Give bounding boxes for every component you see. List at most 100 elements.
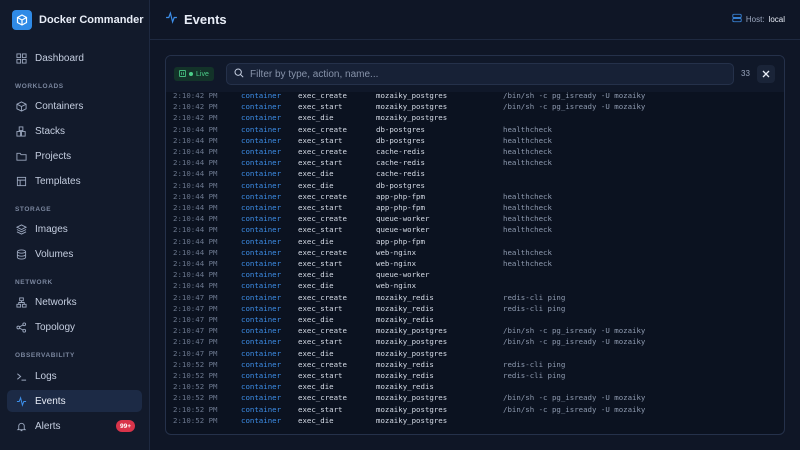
event-time: 2:10:44 PM <box>173 191 218 201</box>
event-row[interactable]: 2:10:52 PM container exec_start mozaiky_red… <box>166 370 784 381</box>
event-name: mozaiky_postgres <box>376 337 448 347</box>
event-row[interactable]: 2:10:44 PM container exec_start db-postgres… <box>166 135 784 146</box>
server-icon <box>732 13 742 25</box>
sidebar-item-templates[interactable]: Templates <box>7 170 142 192</box>
event-action: exec_create <box>298 292 347 302</box>
event-row[interactable]: 2:10:47 PM container exec_die mozaiky_postg… <box>166 348 784 359</box>
sidebar-item-volumes[interactable]: Volumes <box>7 243 142 265</box>
event-action: exec_create <box>298 359 347 369</box>
event-name: mozaiky_redis <box>376 359 434 369</box>
event-time: 2:10:44 PM <box>173 259 218 268</box>
event-name: web-nginx <box>376 247 417 257</box>
sidebar-item-logs[interactable]: Logs <box>7 365 142 387</box>
event-row[interactable]: 2:10:44 PM container exec_start web-nginx he… <box>166 258 784 269</box>
event-row[interactable]: 2:10:44 PM container exec_start app-php-fpm… <box>166 202 784 213</box>
sidebar-item-images[interactable]: Images <box>7 218 142 240</box>
event-time: 2:10:42 PM <box>173 102 218 112</box>
event-detail: healthcheck <box>503 203 552 212</box>
event-time: 2:10:52 PM <box>173 382 218 392</box>
event-row[interactable]: 2:10:52 PM container exec_start mozaiky_pos… <box>166 404 784 415</box>
alerts-count-badge: 99+ <box>115 420 135 432</box>
event-row[interactable]: 2:10:52 PM container exec_create mozaiky_re… <box>166 359 784 370</box>
event-row[interactable]: 2:10:47 PM container exec_create mozaiky_re… <box>166 292 784 303</box>
search-input[interactable] <box>250 68 720 80</box>
event-row[interactable]: 2:10:44 PM container exec_die cache-redis <box>166 168 784 179</box>
event-type: container <box>241 180 282 190</box>
events-toolbar: Live 33 <box>166 56 784 92</box>
event-row[interactable]: 2:10:52 PM container exec_create mozaiky_po… <box>166 392 784 403</box>
network-icon <box>16 296 27 308</box>
event-action: exec_die <box>298 180 334 190</box>
event-count: 33 <box>741 69 750 78</box>
event-type: container <box>241 326 282 336</box>
event-action: exec_create <box>298 393 347 403</box>
event-row[interactable]: 2:10:44 PM container exec_create queue-work… <box>166 213 784 224</box>
event-row[interactable]: 2:10:44 PM container exec_die db-postgres <box>166 180 784 191</box>
event-detail: redis-cli ping <box>503 292 566 302</box>
event-row[interactable]: 2:10:44 PM container exec_start cache-redis… <box>166 157 784 168</box>
event-row[interactable]: 2:10:44 PM container exec_die queue-worker <box>166 269 784 280</box>
event-row[interactable]: 2:10:47 PM container exec_die mozaiky_redis <box>166 314 784 325</box>
event-type: container <box>241 214 282 224</box>
section-label-workloads: WORKLOADS <box>15 83 64 90</box>
sidebar-item-networks[interactable]: Networks <box>7 291 142 313</box>
event-row[interactable]: 2:10:44 PM container exec_create cache-redi… <box>166 146 784 157</box>
event-time: 2:10:44 PM <box>173 169 218 179</box>
event-action: exec_die <box>298 169 334 179</box>
sidebar-item-topology[interactable]: Topology <box>7 316 142 338</box>
event-type: container <box>241 303 282 313</box>
event-name: mozaiky_postgres <box>376 102 448 112</box>
sidebar-item-alerts[interactable]: Alerts 99+ <box>7 415 142 437</box>
section-label-observability: OBSERVABILITY <box>15 352 75 359</box>
event-row[interactable]: 2:10:42 PM container exec_start mozaiky_pos… <box>166 101 784 112</box>
event-row[interactable]: 2:10:44 PM container exec_die app-php-fpm <box>166 236 784 247</box>
live-toggle[interactable]: Live <box>174 67 214 81</box>
event-row[interactable]: 2:10:44 PM container exec_create db-postgre… <box>166 124 784 135</box>
event-row[interactable]: 2:10:52 PM container exec_die mozaiky_postg… <box>166 415 784 426</box>
clear-filter-button[interactable] <box>757 65 775 83</box>
event-row[interactable]: 2:10:42 PM container exec_create mozaiky_po… <box>166 92 784 101</box>
event-action: exec_create <box>298 247 347 257</box>
event-row[interactable]: 2:10:52 PM container exec_die mozaiky_redis <box>166 381 784 392</box>
brand[interactable]: Docker Commander <box>12 9 144 31</box>
event-row[interactable]: 2:10:44 PM container exec_start queue-worke… <box>166 224 784 235</box>
event-type: container <box>241 292 282 302</box>
event-action: exec_die <box>298 270 334 280</box>
sidebar-item-containers[interactable]: Containers <box>7 95 142 117</box>
event-row[interactable]: 2:10:44 PM container exec_die web-nginx <box>166 280 784 291</box>
event-name: mozaiky_postgres <box>376 92 448 100</box>
event-name: db-postgres <box>376 124 425 134</box>
event-time: 2:10:44 PM <box>173 225 218 235</box>
sidebar-item-projects[interactable]: Projects <box>7 145 142 167</box>
host-label: Host: <box>745 14 765 24</box>
event-detail: /bin/sh -c pg_isready -U mozaiky <box>503 102 646 112</box>
event-type: container <box>241 247 282 257</box>
event-row[interactable]: 2:10:47 PM container exec_start mozaiky_red… <box>166 303 784 314</box>
event-type: container <box>241 158 282 168</box>
event-row[interactable]: 2:10:44 PM container exec_create app-php-fp… <box>166 191 784 202</box>
sidebar-item-dashboard[interactable]: Dashboard <box>7 47 142 69</box>
event-row[interactable]: 2:10:47 PM container exec_create mozaiky_po… <box>166 325 784 336</box>
event-type: container <box>241 259 282 268</box>
event-name: web-nginx <box>376 259 417 268</box>
event-detail: healthcheck <box>503 135 552 145</box>
event-type: container <box>241 124 282 134</box>
dashboard-icon <box>16 52 27 64</box>
share-icon <box>16 321 27 333</box>
event-action: exec_start <box>298 102 343 112</box>
event-row[interactable]: 2:10:47 PM container exec_start mozaiky_pos… <box>166 336 784 347</box>
event-action: exec_create <box>298 326 347 336</box>
event-detail: /bin/sh -c pg_isready -U mozaiky <box>503 337 646 347</box>
event-name: mozaiky_postgres <box>376 348 448 358</box>
event-row[interactable]: 2:10:44 PM container exec_create web-nginx h… <box>166 247 784 258</box>
event-row[interactable]: 2:10:42 PM container exec_die mozaiky_postg… <box>166 112 784 123</box>
event-time: 2:10:44 PM <box>173 203 218 212</box>
sidebar-item-stacks[interactable]: Stacks <box>7 120 142 142</box>
event-name: queue-worker <box>376 225 430 235</box>
event-time: 2:10:47 PM <box>173 326 218 336</box>
host-indicator[interactable]: Host: local <box>732 13 785 25</box>
search-icon <box>234 65 244 83</box>
event-time: 2:10:44 PM <box>173 281 218 291</box>
sidebar-item-events[interactable]: Events <box>7 390 142 412</box>
event-time: 2:10:47 PM <box>173 337 218 347</box>
